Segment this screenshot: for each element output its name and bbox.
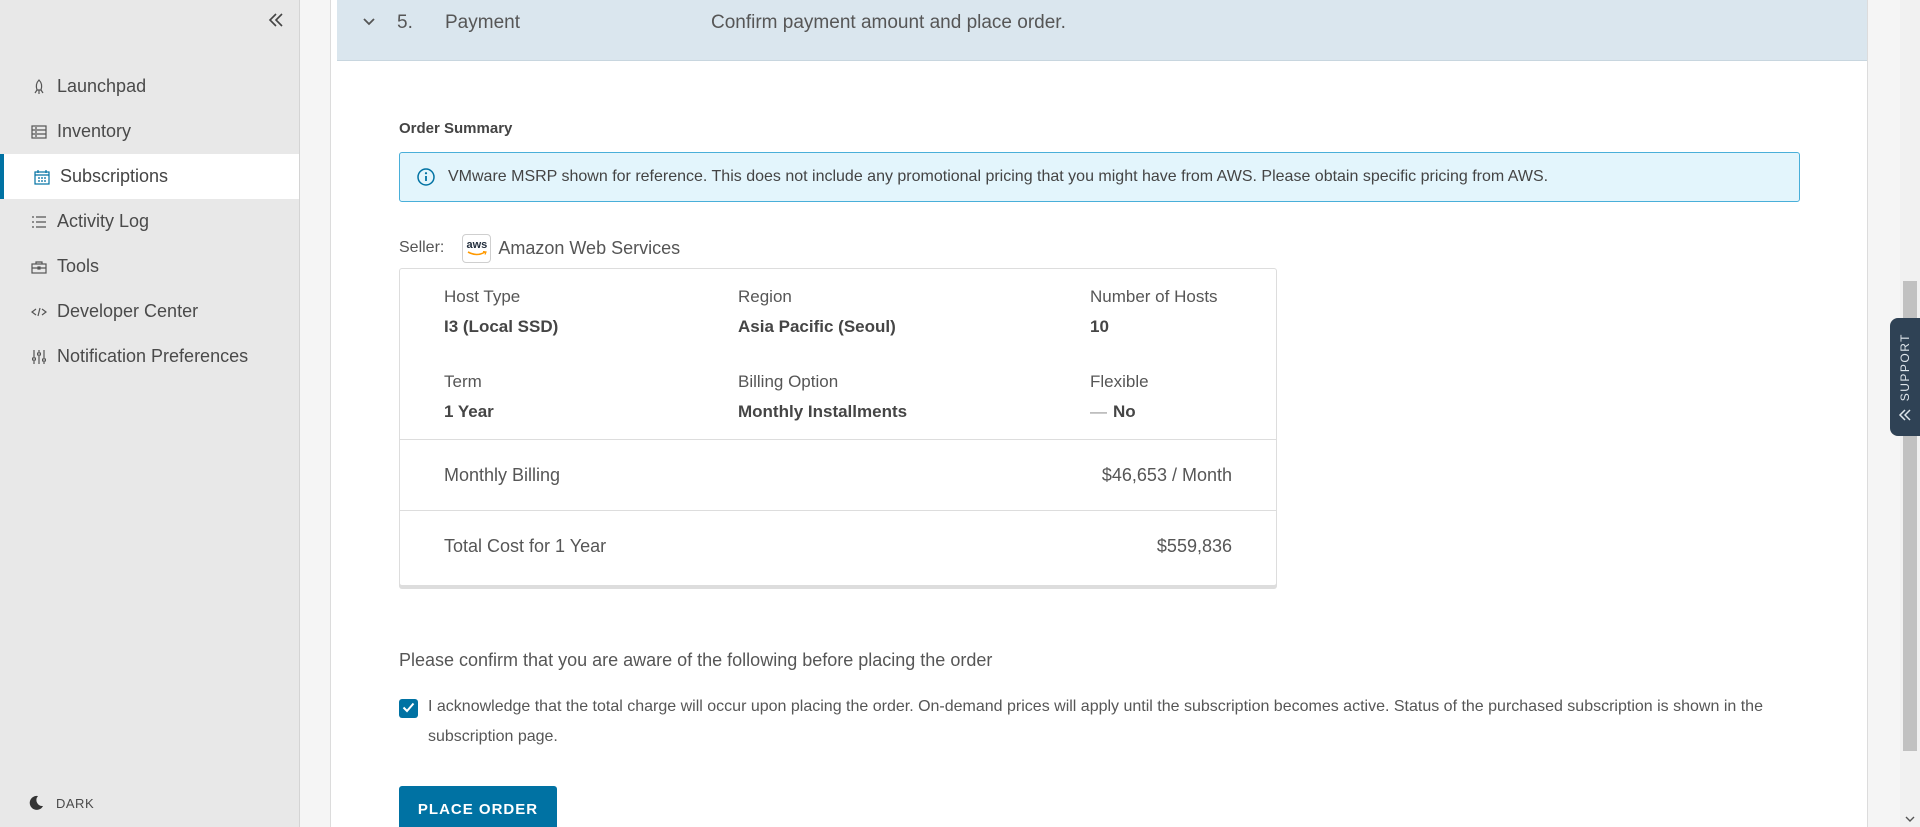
acknowledge-row: I acknowledge that the total charge will… — [399, 697, 1809, 752]
billing-option-label: Billing Option — [738, 372, 839, 391]
sidebar-item-label: Inventory — [57, 121, 132, 141]
acknowledge-text: I acknowledge that the total charge will… — [428, 698, 1763, 745]
collapse-sidebar-button[interactable] — [263, 9, 289, 35]
checkmark-icon — [402, 700, 415, 718]
calendar-icon — [33, 168, 51, 186]
sidebar-nav: Launchpad Inventory Subscriptions Activi… — [0, 64, 299, 379]
sidebar-item-tools[interactable]: Tools — [0, 244, 299, 289]
acknowledge-checkbox[interactable] — [399, 699, 418, 718]
card-divider — [400, 510, 1276, 511]
monthly-billing-label: Monthly Billing — [444, 465, 561, 485]
alert-text: VMware MSRP shown for reference. This do… — [448, 168, 1549, 185]
sidebar-item-activity-log[interactable]: Activity Log — [0, 199, 299, 244]
rocket-icon — [30, 78, 48, 96]
sidebar: Launchpad Inventory Subscriptions Activi… — [0, 0, 300, 827]
sidebar-item-label: Developer Center — [57, 301, 199, 321]
seller-label: Seller: — [399, 239, 445, 256]
double-chevron-left-icon — [268, 12, 284, 32]
support-tab[interactable]: SUPPORT — [1890, 318, 1920, 436]
step-title: Payment — [445, 12, 520, 33]
term-label: Term — [444, 372, 482, 391]
sidebar-item-subscriptions[interactable]: Subscriptions — [0, 154, 299, 199]
place-order-button[interactable]: PLACE ORDER — [399, 786, 557, 827]
total-cost-value: $559,836 — [1156, 536, 1232, 556]
toolbox-icon — [30, 258, 48, 276]
flexible-dash: — — [1090, 402, 1107, 421]
info-alert: VMware MSRP shown for reference. This do… — [399, 152, 1800, 202]
sidebar-item-label: Subscriptions — [60, 166, 169, 186]
sidebar-item-label: Tools — [57, 256, 100, 276]
sidebar-item-launchpad[interactable]: Launchpad — [0, 64, 299, 109]
info-circle-icon — [416, 167, 436, 187]
inventory-icon — [30, 123, 48, 141]
region-value: Asia Pacific (Seoul) — [738, 317, 896, 336]
double-chevron-left-icon — [1898, 409, 1912, 421]
main-content: 5. Payment Confirm payment amount and pl… — [330, 0, 1868, 827]
aws-logo: aws — [462, 233, 492, 263]
sliders-icon — [30, 348, 48, 366]
seller-name: Amazon Web Services — [498, 237, 681, 258]
dark-mode-toggle[interactable]: DARK — [28, 795, 94, 811]
sidebar-item-developer-center[interactable]: Developer Center — [0, 289, 299, 334]
support-label: SUPPORT — [1898, 332, 1912, 402]
dark-mode-label: DARK — [56, 795, 95, 811]
number-of-hosts-value: 10 — [1090, 317, 1109, 336]
sidebar-item-notification-preferences[interactable]: Notification Preferences — [0, 334, 299, 379]
confirmation-heading: Please confirm that you are aware of the… — [399, 650, 993, 670]
step-header-payment[interactable]: 5. Payment Confirm payment amount and pl… — [337, 0, 1867, 61]
sidebar-item-inventory[interactable]: Inventory — [0, 109, 299, 154]
list-icon — [30, 213, 48, 231]
step-number: 5. — [397, 12, 413, 33]
aws-logo-text: aws — [466, 238, 488, 251]
billing-option-value: Monthly Installments — [738, 402, 908, 421]
term-value: 1 Year — [444, 402, 494, 421]
sidebar-item-label: Activity Log — [57, 211, 150, 231]
seller-row: Seller: aws Amazon Web Services — [399, 233, 680, 263]
region-label: Region — [738, 287, 792, 306]
chevron-down-icon[interactable] — [361, 13, 377, 35]
flexible-value: — No — [1090, 402, 1136, 422]
moon-icon — [28, 795, 44, 811]
host-type-label: Host Type — [444, 287, 521, 306]
sidebar-item-label: Notification Preferences — [57, 346, 249, 366]
card-divider — [400, 439, 1276, 440]
number-of-hosts-label: Number of Hosts — [1090, 287, 1218, 306]
sidebar-item-label: Launchpad — [57, 76, 147, 96]
host-type-value: I3 (Local SSD) — [444, 317, 559, 336]
scroll-down-arrow-icon[interactable] — [1905, 810, 1915, 827]
flexible-label: Flexible — [1090, 372, 1149, 391]
total-cost-label: Total Cost for 1 Year — [444, 536, 607, 556]
code-icon — [30, 303, 48, 321]
flexible-value-text: No — [1113, 402, 1136, 421]
monthly-billing-value: $46,653 / Month — [1101, 465, 1232, 485]
order-summary-card: Host Type I3 (Local SSD) Region Asia Pac… — [399, 268, 1277, 586]
step-description: Confirm payment amount and place order. — [711, 12, 1066, 33]
order-summary-heading: Order Summary — [399, 120, 513, 137]
